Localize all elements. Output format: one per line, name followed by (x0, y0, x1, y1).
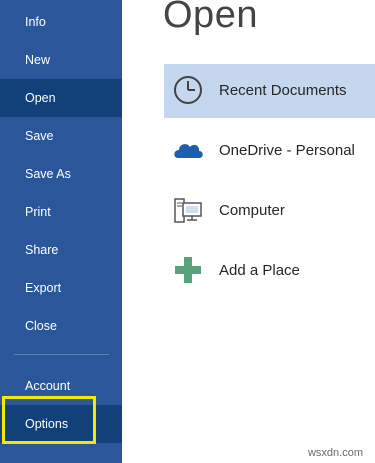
nav-share[interactable]: Share (0, 231, 122, 269)
nav-open[interactable]: Open (0, 79, 122, 117)
nav-new[interactable]: New (0, 41, 122, 79)
nav-save[interactable]: Save (0, 117, 122, 155)
nav-info[interactable]: Info (0, 3, 122, 41)
place-label: Add a Place (219, 262, 300, 279)
sidebar-divider (14, 354, 109, 355)
page-title: Open (163, 0, 258, 36)
plus-icon (175, 257, 201, 283)
backstage-sidebar: Info New Open Save Save As Print Share E… (0, 0, 122, 463)
place-recent-documents[interactable]: Recent Documents (164, 64, 375, 118)
nav-save-as[interactable]: Save As (0, 155, 122, 193)
cloud-icon (174, 144, 203, 158)
nav-options[interactable]: Options (0, 405, 122, 443)
watermark: wsxdn.com (307, 447, 363, 459)
computer-icon (174, 198, 202, 223)
place-label: Recent Documents (219, 82, 347, 99)
nav-account[interactable]: Account (0, 367, 122, 405)
place-computer[interactable]: Computer (164, 184, 375, 238)
nav-close[interactable]: Close (0, 307, 122, 345)
place-onedrive[interactable]: OneDrive - Personal (164, 124, 375, 178)
nav-export[interactable]: Export (0, 269, 122, 307)
clock-icon (174, 76, 202, 104)
nav-print[interactable]: Print (0, 193, 122, 231)
main-panel: Open Recent Documents OneDrive - Persona… (122, 0, 375, 463)
place-add-a-place[interactable]: Add a Place (164, 244, 375, 298)
place-label: OneDrive - Personal (219, 142, 355, 159)
place-label: Computer (219, 202, 285, 219)
